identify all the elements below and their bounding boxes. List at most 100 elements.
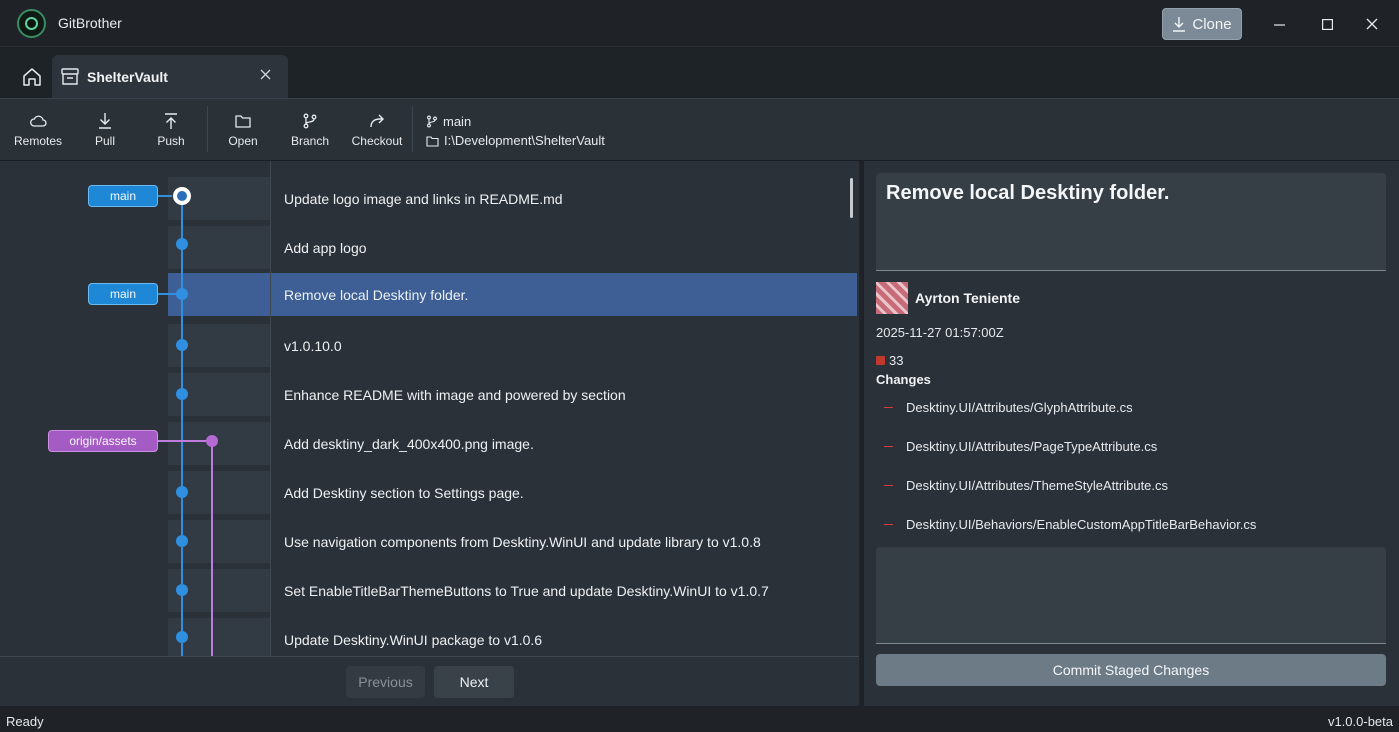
- archive-icon: [61, 68, 79, 85]
- remotes-button[interactable]: Remotes: [6, 112, 70, 152]
- commit-node: [176, 535, 188, 547]
- checkout-button[interactable]: Checkout: [345, 112, 409, 152]
- app-title: GitBrother: [58, 15, 122, 31]
- branch-button[interactable]: Branch: [278, 112, 342, 152]
- pull-button[interactable]: Pull: [73, 112, 137, 152]
- changed-file-path: Desktiny.UI/Behaviors/EnableCustomAppTit…: [906, 517, 1257, 532]
- changed-file-item[interactable]: Desktiny.UI/Behaviors/EnableCustomAppTit…: [884, 517, 1256, 532]
- home-tab[interactable]: [14, 61, 50, 93]
- commit-row[interactable]: v1.0.10.0: [271, 324, 857, 367]
- changed-file-path: Desktiny.UI/Attributes/PageTypeAttribute…: [906, 439, 1158, 454]
- open-label: Open: [228, 134, 258, 148]
- commit-node: [176, 288, 188, 300]
- commit-message-box[interactable]: Remove local Desktiny folder.: [876, 173, 1386, 271]
- commit-node: [176, 486, 188, 498]
- commit-message: Enhance README with image and powered by…: [284, 386, 626, 403]
- branch-tag[interactable]: main: [88, 283, 158, 305]
- deleted-marker-icon: [884, 524, 893, 525]
- commit-message: Set EnableTitleBarThemeButtons to True a…: [284, 582, 769, 599]
- tab-sheltervault[interactable]: ShelterVault: [52, 55, 288, 99]
- commit-row[interactable]: Add Desktiny section to Settings page.: [271, 471, 857, 514]
- changed-file-item[interactable]: Desktiny.UI/Attributes/ThemeStyleAttribu…: [884, 478, 1168, 493]
- version-text: v1.0.0-beta: [1327, 714, 1393, 729]
- commit-row[interactable]: Add app logo: [271, 226, 857, 269]
- commit-row[interactable]: Enhance README with image and powered by…: [271, 373, 857, 416]
- clone-button[interactable]: Clone: [1162, 8, 1242, 40]
- commit-row[interactable]: Remove local Desktiny folder.: [271, 273, 857, 316]
- commit-message: Add desktiny_dark_400x400.png image.: [284, 435, 534, 452]
- branch-tag[interactable]: origin/assets: [48, 430, 158, 452]
- push-label: Push: [157, 134, 185, 148]
- status-text: Ready: [6, 714, 44, 729]
- current-branch-name: main: [443, 114, 472, 129]
- changed-file-path: Desktiny.UI/Attributes/ThemeStyleAttribu…: [906, 478, 1169, 493]
- commit-row[interactable]: Add desktiny_dark_400x400.png image.: [271, 422, 857, 465]
- commit-message: Update Desktiny.WinUI package to v1.0.6: [284, 631, 543, 648]
- branch-icon: [427, 115, 437, 128]
- tab-label: ShelterVault: [87, 69, 168, 85]
- toolbar-divider: [207, 106, 208, 152]
- changes-heading: Changes: [876, 372, 931, 387]
- branch-icon: [303, 113, 317, 129]
- change-count-value: 33: [889, 353, 904, 368]
- maximize-icon: [1321, 18, 1333, 30]
- commit-node: [176, 238, 188, 250]
- pull-label: Pull: [94, 134, 115, 148]
- previous-page-button[interactable]: Previous: [346, 666, 425, 698]
- changed-file-item[interactable]: Desktiny.UI/Attributes/PageTypeAttribute…: [884, 439, 1157, 454]
- commit-message: v1.0.10.0: [284, 337, 342, 354]
- push-button[interactable]: Push: [139, 112, 203, 152]
- staged-message-input[interactable]: [876, 547, 1386, 644]
- minimize-button[interactable]: [1265, 10, 1293, 38]
- app-logo-icon: [17, 9, 46, 38]
- branch-tag[interactable]: main: [88, 185, 158, 207]
- home-icon: [23, 68, 41, 86]
- commit-graph: main main origin/assets: [0, 161, 271, 661]
- deleted-marker-icon: [884, 485, 893, 486]
- commit-staged-changes-button[interactable]: Commit Staged Changes: [876, 654, 1386, 686]
- commit-node: [206, 435, 218, 447]
- commit-row[interactable]: Use navigation components from Desktiny.…: [271, 520, 857, 563]
- minimize-icon: [1273, 23, 1285, 26]
- deleted-marker-icon: [884, 407, 893, 408]
- graph-lines: [158, 187, 218, 656]
- next-page-button[interactable]: Next: [434, 666, 514, 698]
- pagination-bar: [0, 656, 859, 706]
- remotes-label: Remotes: [13, 134, 63, 148]
- checkout-arrow-icon: [370, 114, 384, 128]
- folder-icon: [235, 115, 251, 128]
- head-commit-node-core: [177, 191, 187, 201]
- branch-label: Branch: [290, 134, 330, 148]
- commit-message: Add Desktiny section to Settings page.: [284, 484, 524, 501]
- commit-message: Update logo image and links in README.md: [284, 190, 563, 207]
- repo-info: main I:\Development\ShelterVault: [426, 112, 605, 150]
- commit-node: [176, 339, 188, 351]
- pull-icon: [99, 113, 111, 129]
- commit-node: [176, 631, 188, 643]
- maximize-button[interactable]: [1313, 10, 1341, 38]
- cloud-icon: [30, 115, 47, 127]
- folder-icon: [426, 135, 439, 147]
- changed-file-path: Desktiny.UI/Attributes/GlyphAttribute.cs: [906, 400, 1133, 415]
- push-icon: [165, 113, 177, 129]
- commit-row[interactable]: Set EnableTitleBarThemeButtons to True a…: [271, 569, 857, 612]
- toolbar: [0, 98, 1399, 161]
- close-window-button[interactable]: [1358, 10, 1386, 38]
- author-avatar: [876, 282, 908, 314]
- toolbar-divider: [412, 106, 413, 152]
- tab-close-icon[interactable]: [260, 67, 271, 84]
- changed-file-item[interactable]: Desktiny.UI/Attributes/GlyphAttribute.cs: [884, 400, 1133, 415]
- author-name: Ayrton Teniente: [915, 290, 1021, 306]
- download-icon: [1173, 17, 1186, 32]
- commit-message: Add app logo: [284, 239, 367, 256]
- commit-row[interactable]: Update Desktiny.WinUI package to v1.0.6: [271, 618, 857, 661]
- checkout-label: Checkout: [351, 134, 403, 148]
- clone-button-label: Clone: [1192, 15, 1232, 33]
- open-button[interactable]: Open: [211, 112, 275, 152]
- status-bar: [0, 706, 1399, 732]
- commit-list-scrollbar[interactable]: [850, 178, 853, 218]
- commit-message: Remove local Desktiny folder.: [284, 286, 469, 303]
- deleted-file-icon: [876, 356, 885, 365]
- commit-row[interactable]: Update logo image and links in README.md: [271, 177, 857, 220]
- change-count: 33: [876, 353, 903, 368]
